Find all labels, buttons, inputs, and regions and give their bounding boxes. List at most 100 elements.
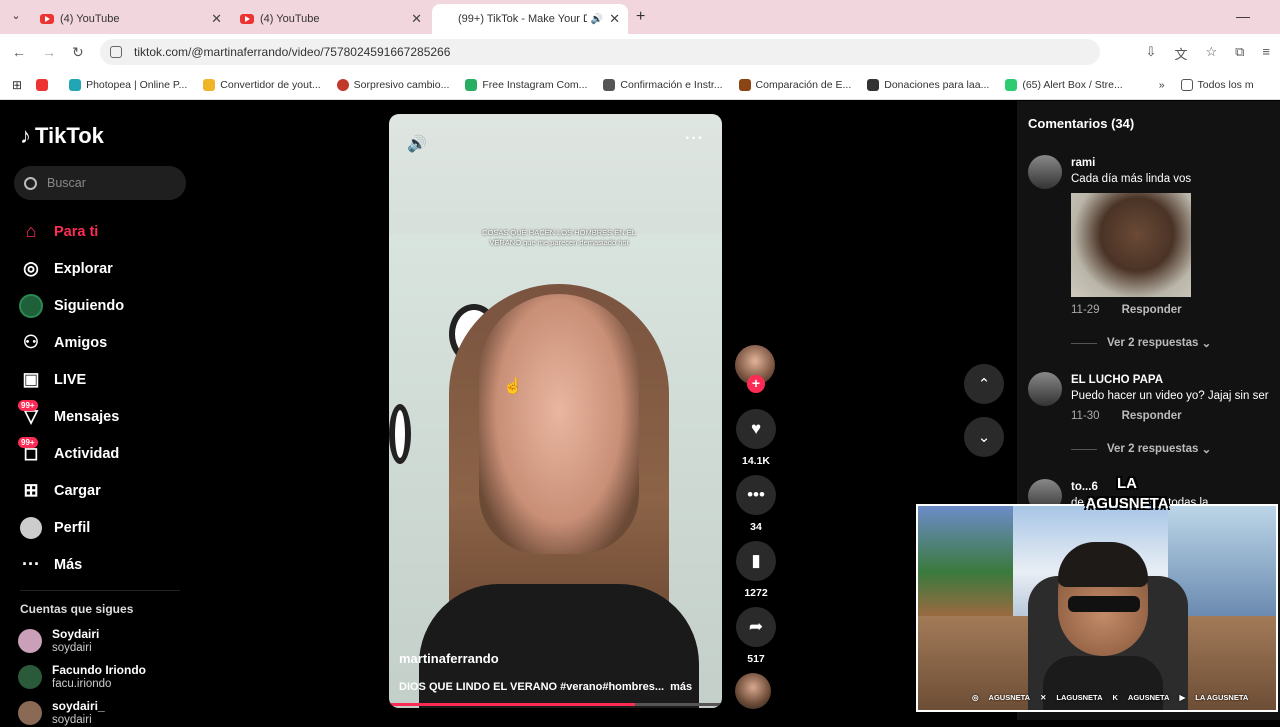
sidebar-item-actividad[interactable]: ◻ 99+ Actividad	[18, 435, 188, 472]
donation-icon	[867, 78, 880, 91]
avatar	[18, 665, 42, 689]
sidebar-item-live[interactable]: ▣ LIVE	[18, 361, 188, 398]
poster-stadium	[918, 506, 1013, 616]
video-player[interactable]: COSAS QUE HACEN LOS HOMBRES EN EL VERANO…	[389, 114, 722, 708]
notification-badge: 99+	[18, 436, 38, 448]
url-bar[interactable]: tiktok.com/@martinaferrando/video/757802…	[100, 39, 1100, 65]
following-account[interactable]: Soydairi soydairi	[18, 627, 99, 655]
more-bookmarks-icon[interactable]: »	[1159, 79, 1165, 91]
speaker-icon[interactable]: 🔊	[591, 14, 603, 25]
creator-avatar[interactable]: +	[735, 345, 775, 393]
bookmark-item[interactable]: Photopea | Online P...	[69, 78, 187, 91]
new-tab-button[interactable]: +	[636, 8, 645, 26]
bookmark-item[interactable]: (65) Alert Box / Stre...	[1005, 78, 1123, 91]
url-text: tiktok.com/@martinaferrando/video/757802…	[134, 45, 451, 59]
bookmark-item[interactable]: Confirmación e Instr...	[603, 78, 723, 91]
comment-image[interactable]	[1071, 193, 1191, 297]
bookmark-label: Convertidor de yout...	[220, 78, 321, 91]
sidebar-item-para-ti[interactable]: ⌂ Para ti	[18, 213, 188, 250]
heart-icon[interactable]: ♥	[736, 409, 776, 449]
share-icon[interactable]: ➦	[736, 607, 776, 647]
following-account[interactable]: soydairi_ soydairi	[18, 699, 105, 727]
sidebar-item-mas[interactable]: ··· Más	[18, 546, 188, 583]
comment-user[interactable]: rami	[1071, 157, 1095, 169]
view-replies-button[interactable]: Ver 2 respuestas ⌄	[1071, 336, 1211, 350]
translate-icon[interactable]: 文	[1174, 44, 1187, 63]
close-icon[interactable]: ✕	[211, 11, 222, 27]
close-icon[interactable]: ✕	[609, 11, 620, 27]
sidebar-item-label: Más	[54, 556, 83, 573]
video-progress-bar[interactable]	[389, 703, 722, 706]
bookmark-star-icon[interactable]: ☆	[1205, 44, 1217, 63]
media-icon[interactable]: ≡	[1262, 44, 1270, 63]
bookmark-item[interactable]: Donaciones para laa...	[867, 78, 989, 91]
forward-icon[interactable]: →	[42, 44, 56, 60]
music-disc-avatar[interactable]	[735, 673, 771, 709]
comment-icon[interactable]: •••	[736, 475, 776, 515]
comment-date: 11-30	[1071, 410, 1100, 422]
comment-user[interactable]: EL LUCHO PAPA	[1071, 374, 1163, 386]
comment-meta: 11-29 Responder	[1071, 304, 1182, 316]
install-icon[interactable]: ⇩	[1146, 44, 1157, 63]
sidebar-item-amigos[interactable]: ⚇ Amigos	[18, 324, 188, 361]
activity-icon: ◻ 99+	[18, 436, 44, 465]
upload-icon: ⊞	[23, 480, 39, 500]
follow-plus-icon[interactable]: +	[747, 375, 765, 393]
sidebar-item-perfil[interactable]: Perfil	[18, 509, 188, 546]
bookmark-youtube[interactable]	[36, 78, 53, 91]
video-description: DIOS QUE LINDO EL VERANO #verano#hombres…	[399, 681, 692, 693]
converter-icon	[203, 78, 216, 91]
browser-tab-youtube-2[interactable]: (4) YouTube ✕	[232, 4, 430, 34]
bookmark-item[interactable]: Convertidor de yout...	[203, 78, 321, 91]
news-icon	[336, 78, 349, 91]
reply-button[interactable]: Responder	[1122, 410, 1182, 422]
video-author[interactable]: martinaferrando	[399, 651, 499, 666]
youtube-icon	[240, 14, 254, 24]
social-handles: ◎ AGUSNETA ✕ LAGUSNETA K AGUSNETA ▶ LA AGUSN…	[972, 693, 1248, 702]
search-input[interactable]: Buscar	[14, 166, 186, 200]
live-icon: ▣	[22, 369, 40, 389]
following-avatar-icon	[18, 293, 44, 318]
reply-button[interactable]: Responder	[1122, 304, 1182, 316]
reload-icon[interactable]: ↻	[72, 44, 84, 61]
apps-grid-icon[interactable]: ⊞	[12, 78, 22, 92]
tiktok-note-icon: ♪	[20, 123, 31, 148]
bookmarks-folder[interactable]: Todos los m	[1180, 78, 1254, 91]
following-account[interactable]: Facundo Iriondo facu.iriondo	[18, 663, 146, 691]
volume-icon[interactable]: 🔊	[407, 134, 427, 154]
divider	[1071, 448, 1097, 450]
sidebar-item-siguiendo[interactable]: Siguiendo	[18, 287, 188, 324]
bookmark-icon[interactable]: ▮	[736, 541, 776, 581]
bookmark-item[interactable]: Sorpresivo cambio...	[336, 78, 449, 91]
site-info-icon[interactable]	[110, 46, 122, 58]
bookmark-item[interactable]: Comparación de E...	[738, 78, 851, 91]
video-subject-face	[479, 294, 639, 554]
sidebar-item-mensajes[interactable]: ▽ 99+ Mensajes	[18, 398, 188, 435]
sidebar-item-cargar[interactable]: ⊞ Cargar	[18, 472, 188, 509]
more-link[interactable]: más	[670, 681, 692, 693]
close-icon[interactable]: ✕	[411, 11, 422, 27]
bookmark-item[interactable]: Free Instagram Com...	[465, 78, 587, 91]
sidebar-item-explorar[interactable]: ◎ Explorar	[18, 250, 188, 287]
social-handle: LAGUSNETA	[1056, 693, 1103, 702]
browser-tab-tiktok[interactable]: (99+) TikTok - Make Your Da 🔊 ✕	[432, 4, 628, 126]
previous-video-button[interactable]: ⌃	[964, 364, 1004, 404]
minimize-button[interactable]: —	[1236, 8, 1250, 24]
comment-action: ••• 34	[735, 475, 777, 533]
tab-search-icon[interactable]: ⌄	[8, 9, 24, 25]
avatar[interactable]	[1028, 372, 1062, 406]
extensions-icon[interactable]: ⧉	[1235, 44, 1244, 63]
compass-icon: ◎	[23, 258, 39, 278]
next-video-button[interactable]: ⌄	[964, 417, 1004, 457]
account-name: Facundo Iriondo	[52, 663, 146, 677]
browser-tab-youtube-1[interactable]: (4) YouTube ✕	[32, 4, 230, 34]
back-icon[interactable]: ←	[12, 44, 26, 60]
like-action: ♥ 14.1K	[735, 409, 777, 467]
avatar[interactable]	[1028, 155, 1062, 189]
more-options-icon[interactable]: ···	[685, 130, 704, 148]
browser-tab-bar: ⌄ (4) YouTube ✕ (4) YouTube ✕ (99+) TikT…	[0, 0, 1280, 126]
view-replies-button[interactable]: Ver 2 respuestas ⌄	[1071, 442, 1211, 456]
x-icon: ✕	[1040, 693, 1047, 702]
tiktok-logo[interactable]: ♪ TikTok	[20, 123, 104, 149]
avatar	[18, 629, 42, 653]
